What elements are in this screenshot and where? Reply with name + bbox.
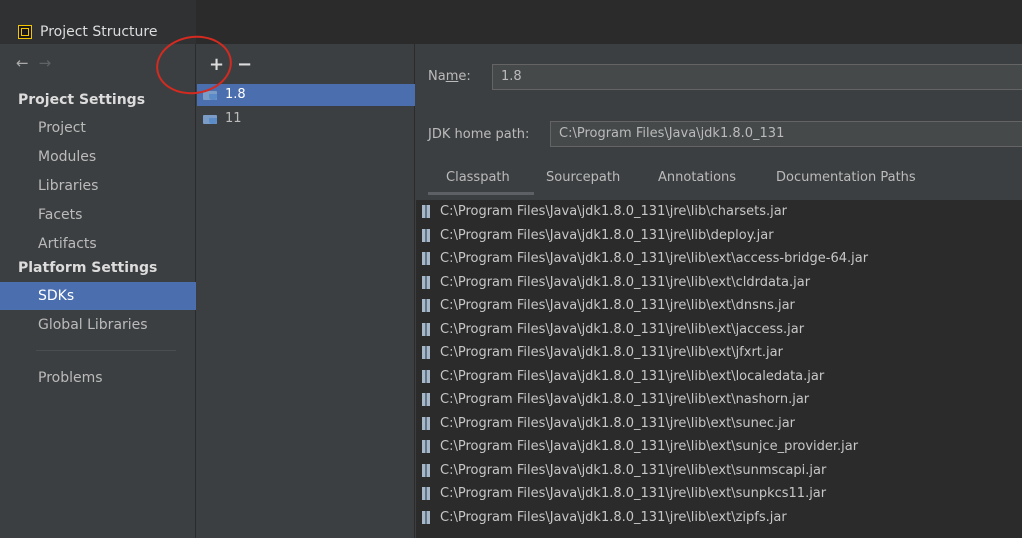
jdk-folder-icon: [203, 113, 219, 125]
list-item[interactable]: C:\Program Files\Java\jdk1.8.0_131\jre\l…: [416, 365, 1022, 389]
nav-divider: [36, 350, 176, 351]
jar-icon: [422, 228, 430, 242]
list-item[interactable]: C:\Program Files\Java\jdk1.8.0_131\jre\l…: [416, 200, 1022, 224]
list-item[interactable]: C:\Program Files\Java\jdk1.8.0_131\jre\l…: [416, 271, 1022, 295]
nav-item-artifacts[interactable]: Artifacts: [0, 230, 196, 258]
title-bar: Project Structure: [0, 0, 1022, 44]
jar-icon: [422, 487, 430, 500]
tab-sourcepath[interactable]: Sourcepath: [546, 170, 620, 185]
jdk-home-path-label: JDK home path:: [428, 127, 530, 142]
settings-nav: ← → Project Settings Project Modules Libr…: [0, 44, 196, 538]
classpath-list[interactable]: C:\Program Files\Java\jdk1.8.0_131\jre\l…: [416, 200, 1022, 538]
sdk-item-11[interactable]: 11: [197, 108, 415, 130]
sdk-item-1-8[interactable]: 1.8: [197, 84, 415, 106]
jar-icon: [422, 440, 430, 453]
jar-icon: [422, 346, 430, 359]
sdk-name-field[interactable]: 1.8: [492, 64, 1022, 90]
nav-item-modules[interactable]: Modules: [0, 143, 196, 171]
jar-icon: [422, 510, 430, 524]
list-item[interactable]: C:\Program Files\Java\jdk1.8.0_131\jre\l…: [416, 341, 1022, 365]
jdk-home-path-field[interactable]: C:\Program Files\Java\jdk1.8.0_131: [550, 121, 1022, 147]
forward-arrow-icon[interactable]: →: [39, 54, 52, 72]
jar-icon: [422, 275, 430, 289]
window-title: Project Structure: [40, 24, 158, 40]
jar-icon: [422, 393, 430, 406]
name-label: Name:: [428, 69, 471, 84]
sdk-list-panel: + − 1.8 11: [197, 44, 415, 538]
nav-item-sdks[interactable]: SDKs: [0, 282, 196, 310]
jar-icon: [422, 416, 430, 430]
list-item[interactable]: C:\Program Files\Java\jdk1.8.0_131\jre\l…: [416, 388, 1022, 412]
tab-classpath[interactable]: Classpath: [446, 170, 510, 185]
nav-item-problems[interactable]: Problems: [0, 364, 196, 392]
nav-item-global-libraries[interactable]: Global Libraries: [0, 311, 196, 339]
intellij-app-icon: [18, 25, 32, 39]
nav-item-libraries[interactable]: Libraries: [0, 172, 196, 200]
project-settings-header: Project Settings: [18, 92, 146, 108]
jar-icon: [422, 252, 430, 265]
list-item[interactable]: C:\Program Files\Java\jdk1.8.0_131\jre\l…: [416, 318, 1022, 342]
platform-settings-header: Platform Settings: [18, 260, 158, 276]
nav-item-project[interactable]: Project: [0, 114, 196, 142]
list-item[interactable]: C:\Program Files\Java\jdk1.8.0_131\jre\l…: [416, 224, 1022, 248]
jar-icon: [422, 205, 430, 218]
history-arrows: ← →: [16, 54, 51, 72]
jar-icon: [422, 299, 430, 312]
active-tab-indicator: [428, 192, 534, 195]
list-item[interactable]: C:\Program Files\Java\jdk1.8.0_131\jre\l…: [416, 435, 1022, 459]
nav-item-facets[interactable]: Facets: [0, 201, 196, 229]
sdk-item-label: 11: [225, 111, 242, 126]
sdk-detail-panel: Name: 1.8 JDK home path: C:\Program File…: [416, 44, 1022, 538]
list-item[interactable]: C:\Program Files\Java\jdk1.8.0_131\jre\l…: [416, 459, 1022, 483]
list-item[interactable]: C:\Program Files\Java\jdk1.8.0_131\jre\l…: [416, 412, 1022, 436]
tab-documentation-paths[interactable]: Documentation Paths: [776, 170, 916, 185]
add-sdk-button[interactable]: +: [209, 54, 224, 75]
remove-sdk-button[interactable]: −: [237, 54, 252, 75]
sdk-path-tabs: Classpath Sourcepath Annotations Documen…: [416, 164, 1022, 194]
jar-icon: [422, 369, 430, 383]
jar-icon: [422, 463, 430, 477]
back-arrow-icon[interactable]: ←: [16, 54, 29, 72]
tab-annotations[interactable]: Annotations: [658, 170, 736, 185]
sdk-item-label: 1.8: [225, 87, 246, 102]
list-item[interactable]: C:\Program Files\Java\jdk1.8.0_131\jre\l…: [416, 482, 1022, 506]
jar-icon: [422, 322, 430, 336]
title-bar-right: [196, 0, 1022, 44]
jdk-folder-icon: [203, 89, 219, 101]
list-item[interactable]: C:\Program Files\Java\jdk1.8.0_131\jre\l…: [416, 247, 1022, 271]
list-item[interactable]: C:\Program Files\Java\jdk1.8.0_131\jre\l…: [416, 294, 1022, 318]
list-item[interactable]: C:\Program Files\Java\jdk1.8.0_131\jre\l…: [416, 506, 1022, 530]
